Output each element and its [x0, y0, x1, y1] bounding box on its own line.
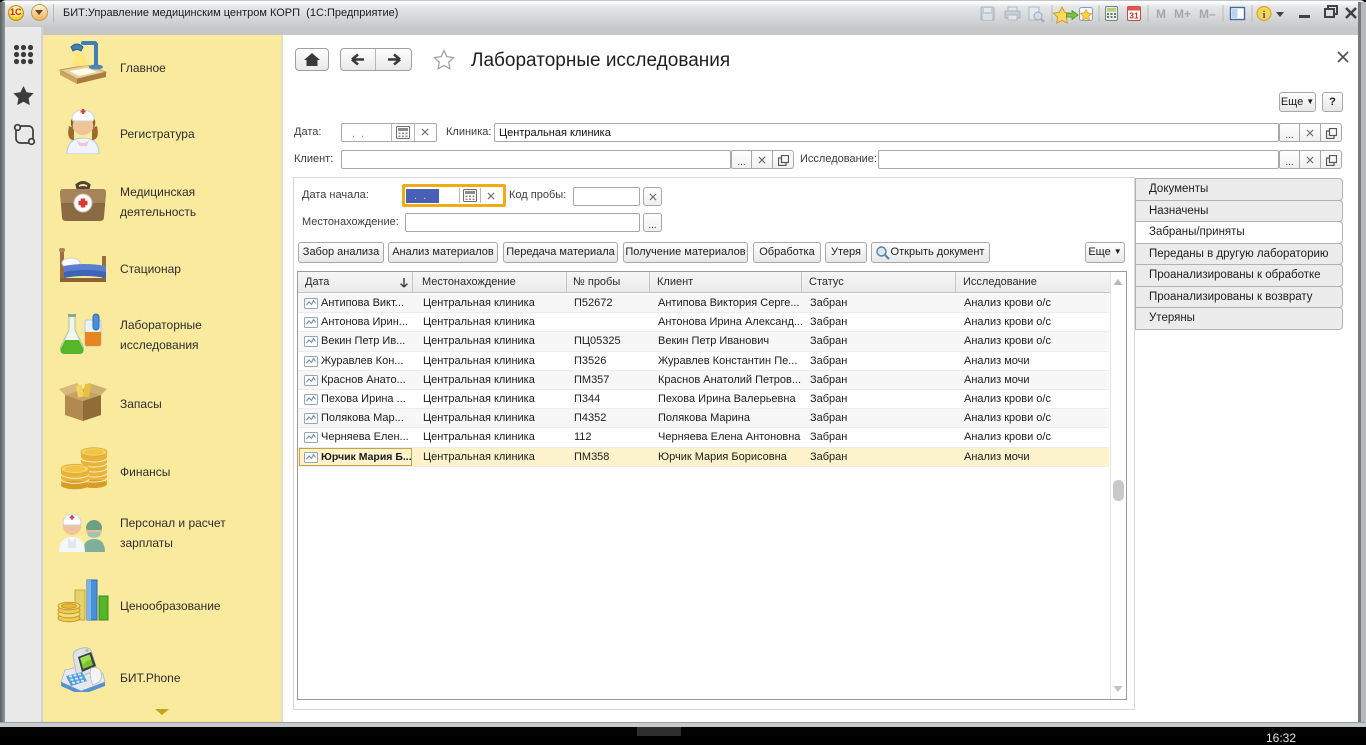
svg-text:M+: M+	[1174, 7, 1191, 21]
svg-text:M: M	[1156, 7, 1166, 21]
svg-text:M–: M–	[1199, 7, 1216, 21]
svg-text:i: i	[1262, 9, 1265, 21]
svg-text:31: 31	[1129, 11, 1139, 21]
